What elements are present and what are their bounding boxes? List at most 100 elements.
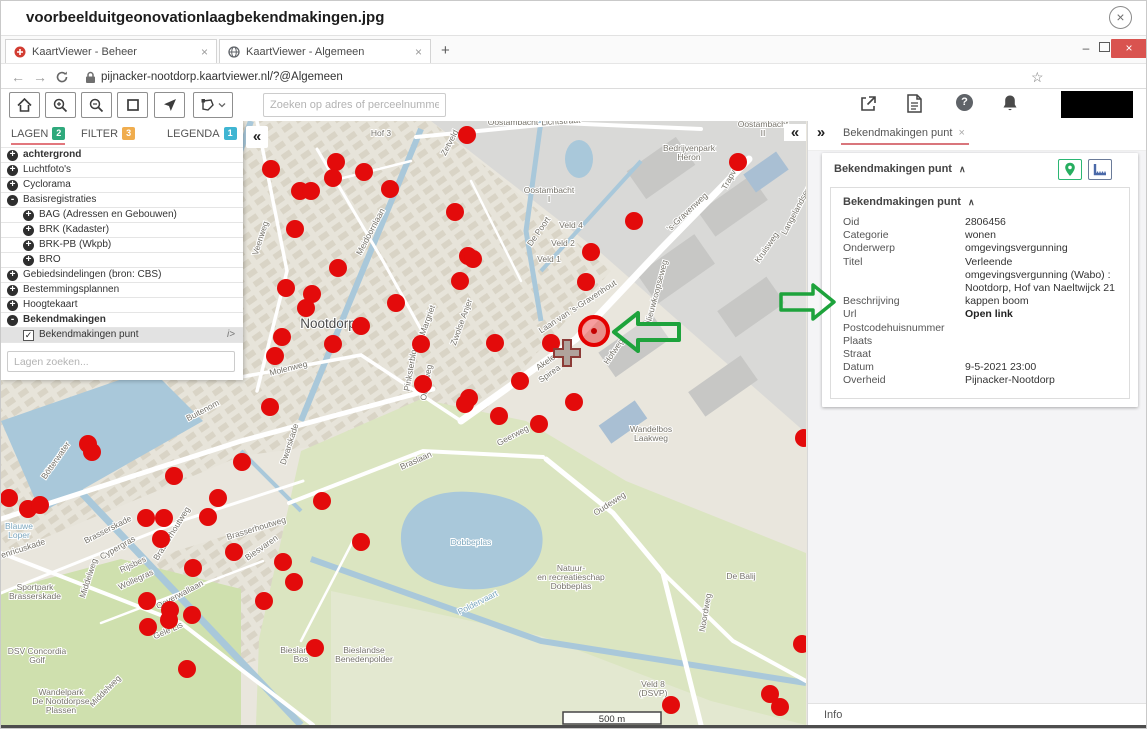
- my-location-button[interactable]: [154, 92, 185, 118]
- bekendmaking-dot[interactable]: [306, 639, 324, 657]
- layer-item-bestemmingsplannen[interactable]: +Bestemmingsplannen: [1, 283, 243, 298]
- bekendmaking-dot[interactable]: [387, 294, 405, 312]
- tab-legenda[interactable]: LEGENDA 1: [167, 127, 237, 140]
- layer-item-basisregistraties[interactable]: -Basisregistraties: [1, 193, 243, 208]
- bekendmaking-dot[interactable]: [577, 273, 595, 291]
- bekendmaking-dot[interactable]: [233, 453, 251, 471]
- expand-plus-icon[interactable]: +: [7, 165, 18, 176]
- bekendmaking-dot[interactable]: [183, 606, 201, 624]
- bekendmaking-dot[interactable]: [451, 272, 469, 290]
- bekendmaking-dot[interactable]: [565, 393, 583, 411]
- notifications-bell-icon[interactable]: [1002, 94, 1018, 112]
- layer-search-input[interactable]: [7, 351, 235, 372]
- bekendmaking-dot[interactable]: [662, 696, 680, 714]
- home-button[interactable]: [9, 92, 40, 118]
- zoom-out-button[interactable]: [81, 92, 112, 118]
- expand-plus-icon[interactable]: +: [23, 240, 34, 251]
- forward-icon[interactable]: →: [33, 69, 47, 85]
- bekendmaking-dot[interactable]: [165, 467, 183, 485]
- bekendmaking-dot[interactable]: [355, 163, 373, 181]
- bekendmaking-dot[interactable]: [412, 335, 430, 353]
- bekendmaking-dot[interactable]: [327, 153, 345, 171]
- bekendmaking-dot[interactable]: [582, 243, 600, 261]
- bekendmaking-dot[interactable]: [486, 334, 504, 352]
- window-close-button[interactable]: ×: [1111, 39, 1147, 58]
- bekendmaking-dot[interactable]: [446, 203, 464, 221]
- bekendmaking-dot[interactable]: [313, 492, 331, 510]
- bekendmaking-dot[interactable]: [160, 611, 178, 629]
- bekendmaking-dot[interactable]: [273, 328, 291, 346]
- viewer-close-icon[interactable]: ×: [1109, 6, 1132, 29]
- bekendmaking-dot[interactable]: [277, 279, 295, 297]
- tab-close-icon[interactable]: ×: [415, 45, 422, 59]
- browser-tab-beheer[interactable]: KaartViewer - Beheer ×: [5, 39, 217, 64]
- panel-tab-bekendmakingen-punt[interactable]: Bekendmakingen punt×: [841, 127, 969, 145]
- window-minimize-button[interactable]: –: [1077, 39, 1095, 58]
- bekendmaking-dot[interactable]: [274, 553, 292, 571]
- address-search-input[interactable]: [263, 93, 446, 117]
- bekendmaking-dot[interactable]: [209, 489, 227, 507]
- bookmark-star-icon[interactable]: ☆: [1031, 69, 1044, 86]
- url-text[interactable]: pijnacker-nootdorp.kaartviewer.nl/?@Alge…: [101, 71, 343, 83]
- expand-plus-icon[interactable]: +: [7, 150, 18, 161]
- bekendmaking-dot[interactable]: [511, 372, 529, 390]
- bekendmaking-dot[interactable]: [155, 509, 173, 527]
- bekendmaking-dot[interactable]: [625, 212, 643, 230]
- zoom-to-feature-button[interactable]: [1058, 159, 1082, 180]
- bekendmaking-dot[interactable]: [490, 407, 508, 425]
- bekendmaking-dot[interactable]: [352, 317, 370, 335]
- layer-item-bekendmakingen-punt[interactable]: ✓Bekendmakingen punti>: [1, 328, 243, 343]
- panel-expand-icon[interactable]: »: [810, 124, 832, 141]
- select-polygon-button[interactable]: [193, 92, 233, 118]
- full-extent-button[interactable]: [117, 92, 148, 118]
- bekendmaking-dot[interactable]: [225, 543, 243, 561]
- bekendmaking-dot[interactable]: [199, 508, 217, 526]
- bekendmaking-dot[interactable]: [286, 220, 304, 238]
- feature-attributes-header[interactable]: Bekendmakingen punt ∧: [831, 188, 1129, 214]
- bekendmaking-dot[interactable]: [530, 415, 548, 433]
- bekendmaking-dot[interactable]: [464, 250, 482, 268]
- expand-plus-icon[interactable]: +: [23, 210, 34, 221]
- bekendmaking-dot[interactable]: [139, 618, 157, 636]
- pdf-export-icon[interactable]: [907, 94, 922, 113]
- bekendmaking-dot[interactable]: [729, 153, 747, 171]
- layer-item-brk-pb-wkpb[interactable]: +BRK-PB (Wkpb): [1, 238, 243, 253]
- bekendmaking-dot[interactable]: [329, 259, 347, 277]
- layer-item-bag-adressen-en-gebouwen[interactable]: +BAG (Adressen en Gebouwen): [1, 208, 243, 223]
- bekendmaking-dot[interactable]: [297, 299, 315, 317]
- bekendmaking-dot[interactable]: [381, 180, 399, 198]
- sidebar-collapse-icon[interactable]: «: [246, 126, 268, 148]
- panel-collapse-icon[interactable]: «: [784, 124, 806, 141]
- panel-tab-close-icon[interactable]: ×: [958, 127, 964, 139]
- bekendmaking-dot[interactable]: [324, 335, 342, 353]
- expand-plus-icon[interactable]: +: [7, 285, 18, 296]
- bekendmaking-dot[interactable]: [261, 398, 279, 416]
- layer-checkbox[interactable]: ✓: [23, 330, 34, 341]
- tab-close-icon[interactable]: ×: [201, 45, 208, 59]
- layer-actions-icon[interactable]: i>: [227, 328, 235, 342]
- zoom-in-button[interactable]: [45, 92, 76, 118]
- browser-tab-algemeen-active[interactable]: KaartViewer - Algemeen ×: [219, 39, 431, 64]
- open-link[interactable]: Open link: [965, 308, 1013, 321]
- share-external-icon[interactable]: [859, 95, 877, 113]
- bekendmaking-dot[interactable]: [83, 443, 101, 461]
- reload-icon[interactable]: [55, 70, 69, 84]
- bekendmaking-dot[interactable]: [266, 347, 284, 365]
- layer-item-hoogtekaart[interactable]: +Hoogtekaart: [1, 298, 243, 313]
- expand-plus-icon[interactable]: +: [23, 225, 34, 236]
- help-icon[interactable]: ?: [956, 94, 973, 111]
- layer-item-luchtfoto-s[interactable]: +Luchtfoto's: [1, 163, 243, 178]
- bekendmaking-dot[interactable]: [184, 559, 202, 577]
- layer-item-bekendmakingen[interactable]: -Bekendmakingen: [1, 313, 243, 328]
- bekendmaking-dot[interactable]: [137, 509, 155, 527]
- layer-item-gebiedsindelingen-bron-cbs[interactable]: +Gebiedsindelingen (bron: CBS): [1, 268, 243, 283]
- bekendmaking-dot[interactable]: [456, 395, 474, 413]
- bekendmaking-dot[interactable]: [262, 160, 280, 178]
- bekendmaking-dot[interactable]: [458, 126, 476, 144]
- tab-lagen[interactable]: LAGEN 2: [11, 127, 65, 145]
- bekendmaking-dot[interactable]: [302, 182, 320, 200]
- collapse-minus-icon[interactable]: -: [7, 195, 18, 206]
- layer-item-achtergrond[interactable]: +achtergrond: [1, 148, 243, 163]
- bekendmaking-dot[interactable]: [255, 592, 273, 610]
- new-tab-button[interactable]: +: [441, 42, 450, 59]
